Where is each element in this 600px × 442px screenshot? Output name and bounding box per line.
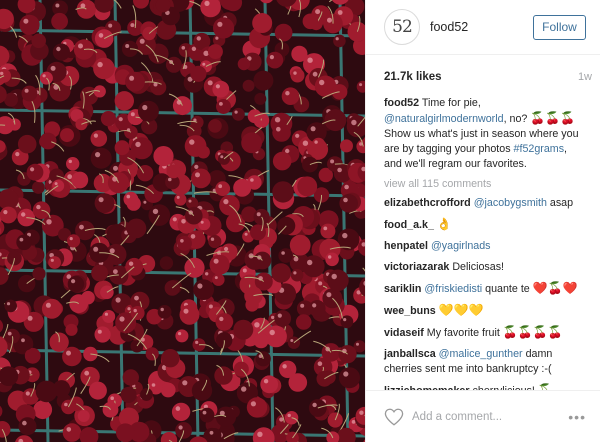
comment-row: victoriazarak Deliciosas! — [384, 260, 586, 275]
comment-mention[interactable]: @yagirlnads — [431, 240, 491, 252]
avatar-logo: 52 — [392, 17, 413, 37]
comment-row: henpatel @yagirlnads — [384, 239, 586, 254]
comment-row: food_a.k_ 👌 — [384, 217, 586, 233]
comment-emoji: 👌 — [436, 217, 452, 231]
comment-username[interactable]: victoriazarak — [384, 261, 449, 273]
heart-icon[interactable] — [384, 408, 404, 426]
caption-mention[interactable]: @naturalgirlmodernworld — [384, 113, 504, 125]
post-header: 52 food52 Follow — [366, 0, 600, 55]
comment-container: elizabethcrofford @jacobygsmith asap food… — [384, 196, 586, 390]
instagram-post: 52 food52 Follow 21.7k likes 1w food52 T… — [0, 0, 600, 442]
comment-username[interactable]: wee_buns — [384, 305, 436, 317]
post-photo[interactable] — [0, 0, 365, 442]
comment-footer: Add a comment... ••• — [366, 390, 600, 442]
post-time[interactable]: 1w — [578, 71, 592, 83]
post-sidebar: 52 food52 Follow 21.7k likes 1w food52 T… — [365, 0, 600, 442]
follow-button[interactable]: Follow — [533, 14, 586, 40]
comment-mention[interactable]: @friskiedisti — [424, 283, 482, 295]
caption: food52 Time for pie, @naturalgirlmodernw… — [384, 96, 586, 172]
comment-username[interactable]: sariklin — [384, 283, 421, 295]
post-username[interactable]: food52 — [430, 20, 533, 34]
view-all-comments-link[interactable]: view all 115 comments — [384, 178, 586, 190]
comment-username[interactable]: elizabethcrofford — [384, 197, 471, 209]
comment-row: elizabethcrofford @jacobygsmith asap — [384, 196, 586, 211]
comment-mention[interactable]: @jacobygsmith — [474, 197, 547, 209]
comment-username[interactable]: food_a.k_ — [384, 219, 434, 231]
caption-text-1: Time for pie, — [421, 97, 481, 109]
caption-emoji: 🍒🍒🍒 — [530, 111, 576, 125]
caption-text-2: , no? — [503, 113, 531, 125]
comment-text: Deliciosas! — [452, 261, 505, 273]
comment-row: sariklin @friskiedisti quante te ❤️🍒❤️ — [384, 281, 586, 297]
comment-text: quante te — [482, 283, 533, 295]
add-comment-input[interactable]: Add a comment... — [412, 411, 568, 423]
comment-emoji: 🍒 — [537, 383, 553, 390]
comment-emoji: 💛💛💛 — [438, 303, 484, 317]
comment-row: lizziehomemaker cherrylicious! 🍒 — [384, 383, 586, 390]
likes-count[interactable]: 21.7k likes — [384, 71, 442, 83]
post-meta: 21.7k likes 1w — [366, 55, 600, 98]
comment-text: My favorite fruit — [426, 327, 503, 339]
cherries-image — [0, 0, 365, 442]
comment-row: wee_buns 💛💛💛 — [384, 303, 586, 319]
comment-text: asap — [546, 197, 574, 209]
caption-hashtag[interactable]: #f52grams — [514, 143, 565, 155]
comment-emoji: 🍒🍒🍒🍒 — [502, 325, 563, 339]
more-options-icon[interactable]: ••• — [568, 409, 586, 425]
comment-row: vidaseif My favorite fruit 🍒🍒🍒🍒 — [384, 325, 586, 341]
comment-emoji: ❤️🍒❤️ — [532, 281, 578, 295]
comment-mention[interactable]: @malice_gunther — [439, 348, 523, 360]
caption-username[interactable]: food52 — [384, 97, 419, 109]
avatar[interactable]: 52 — [384, 9, 420, 45]
comment-username[interactable]: henpatel — [384, 240, 428, 252]
comment-username[interactable]: vidaseif — [384, 327, 424, 339]
comment-row: janballsca @malice_gunther damn cherries… — [384, 347, 586, 377]
comments-list: food52 Time for pie, @naturalgirlmodernw… — [366, 96, 600, 390]
comment-username[interactable]: janballsca — [384, 348, 436, 360]
